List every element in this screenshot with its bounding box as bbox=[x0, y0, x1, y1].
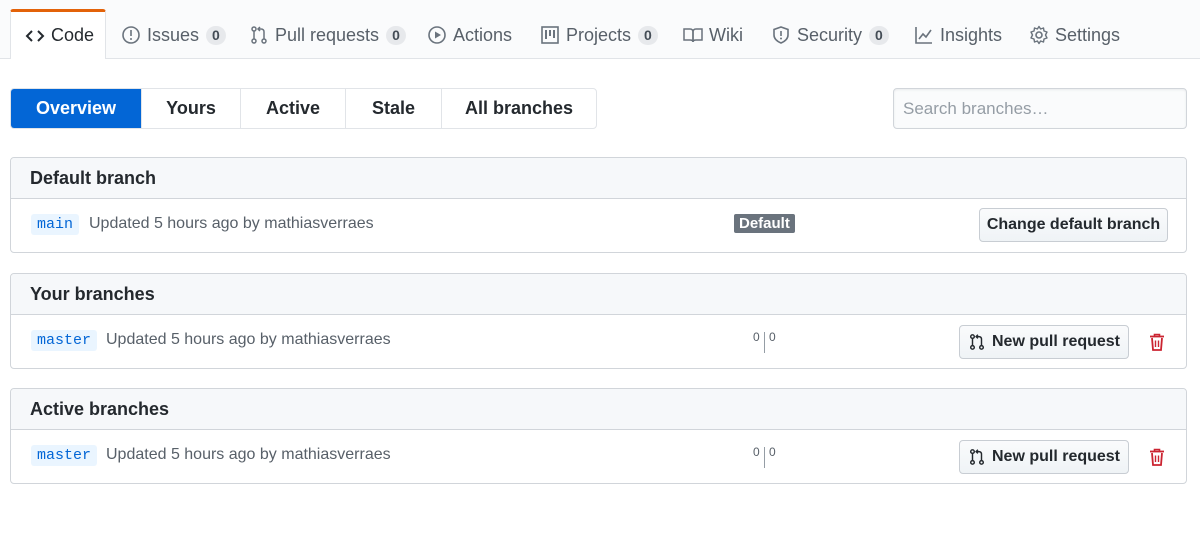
gear-icon bbox=[1029, 25, 1049, 45]
branch-row: master Updated 5 hours ago by mathiasver… bbox=[11, 315, 1186, 368]
branch-filter-subnav: Overview Yours Active Stale All branches bbox=[10, 88, 597, 129]
code-icon bbox=[25, 26, 45, 46]
ahead-behind-divider bbox=[764, 447, 765, 468]
subnav-all-branches[interactable]: All branches bbox=[442, 89, 596, 128]
delete-branch-button[interactable] bbox=[1148, 447, 1166, 467]
ahead-count: 0 bbox=[769, 330, 776, 344]
pull-request-icon bbox=[968, 448, 986, 466]
subnav-active[interactable]: Active bbox=[241, 89, 346, 128]
branch-name-link[interactable]: master bbox=[31, 445, 98, 466]
tab-issues[interactable]: Issues 0 bbox=[107, 10, 240, 60]
tab-actions-label: Actions bbox=[453, 24, 513, 45]
delete-branch-button[interactable] bbox=[1148, 332, 1166, 352]
branch-updated-meta: Updated 5 hours ago by mathiasverraes bbox=[106, 446, 391, 463]
graph-icon bbox=[914, 25, 934, 45]
branch-row: master Updated 5 hours ago by mathiasver… bbox=[11, 430, 1186, 483]
active-branches-title: Active branches bbox=[11, 389, 1186, 430]
tab-projects-label: Projects bbox=[566, 24, 632, 45]
branch-updated-meta: Updated 5 hours ago by mathiasverraes bbox=[106, 331, 391, 348]
tab-issues-label: Issues bbox=[147, 24, 200, 45]
tab-insights[interactable]: Insights bbox=[900, 10, 1016, 60]
tab-settings-label: Settings bbox=[1055, 24, 1121, 45]
tab-projects[interactable]: Projects 0 bbox=[526, 10, 672, 60]
new-pull-request-button[interactable]: New pull request bbox=[959, 440, 1129, 474]
default-badge: Default bbox=[734, 214, 795, 233]
projects-counter: 0 bbox=[638, 25, 658, 45]
branch-name-link[interactable]: master bbox=[31, 330, 98, 351]
your-branches-title: Your branches bbox=[11, 274, 1186, 315]
behind-count: 0 bbox=[753, 330, 760, 344]
behind-count: 0 bbox=[753, 445, 760, 459]
tab-security-label: Security bbox=[797, 24, 863, 45]
branch-updated-meta: Updated 5 hours ago by mathiasverraes bbox=[89, 215, 374, 232]
default-branch-box: Default branch main Updated 5 hours ago … bbox=[10, 157, 1187, 253]
tab-actions[interactable]: Actions bbox=[413, 10, 526, 60]
trash-icon bbox=[1150, 448, 1164, 466]
ahead-count: 0 bbox=[769, 445, 776, 459]
active-branches-box: Active branches master Updated 5 hours a… bbox=[10, 388, 1187, 484]
tab-code-label: Code bbox=[51, 25, 95, 45]
subnav-stale[interactable]: Stale bbox=[346, 89, 442, 128]
new-pull-request-button[interactable]: New pull request bbox=[959, 325, 1129, 359]
issues-counter: 0 bbox=[206, 25, 226, 45]
tab-pull-requests[interactable]: Pull requests 0 bbox=[235, 10, 420, 60]
trash-icon bbox=[1150, 333, 1164, 351]
tab-security[interactable]: Security 0 bbox=[757, 10, 903, 60]
change-default-branch-button[interactable]: Change default branch bbox=[979, 208, 1168, 242]
new-pull-request-label: New pull request bbox=[991, 333, 1121, 350]
pull-request-icon bbox=[249, 25, 269, 45]
ahead-behind-divider bbox=[764, 332, 765, 353]
pull-request-icon bbox=[968, 333, 986, 351]
tab-pull-requests-label: Pull requests bbox=[275, 24, 380, 45]
default-branch-title: Default branch bbox=[11, 158, 1186, 199]
shield-icon bbox=[771, 25, 791, 45]
subnav-yours[interactable]: Yours bbox=[142, 89, 241, 128]
repo-nav: Code Issues 0 Pull requests 0 Actions Pr… bbox=[0, 0, 1200, 59]
issue-icon bbox=[121, 25, 141, 45]
project-icon bbox=[540, 25, 560, 45]
search-branches-input[interactable] bbox=[893, 88, 1187, 129]
pull-requests-counter: 0 bbox=[386, 25, 406, 45]
branch-row: main Updated 5 hours ago by mathiasverra… bbox=[11, 199, 1186, 252]
tab-wiki-label: Wiki bbox=[709, 24, 743, 45]
tab-insights-label: Insights bbox=[940, 24, 1003, 45]
tab-code[interactable]: Code bbox=[10, 9, 106, 59]
tab-settings[interactable]: Settings bbox=[1015, 10, 1134, 60]
subnav-overview[interactable]: Overview bbox=[11, 89, 142, 128]
tab-wiki[interactable]: Wiki bbox=[669, 10, 757, 60]
security-counter: 0 bbox=[869, 25, 889, 45]
branch-name-link[interactable]: main bbox=[31, 214, 80, 235]
play-icon bbox=[427, 25, 447, 45]
book-icon bbox=[683, 25, 703, 45]
your-branches-box: Your branches master Updated 5 hours ago… bbox=[10, 273, 1187, 369]
new-pull-request-label: New pull request bbox=[991, 448, 1121, 465]
